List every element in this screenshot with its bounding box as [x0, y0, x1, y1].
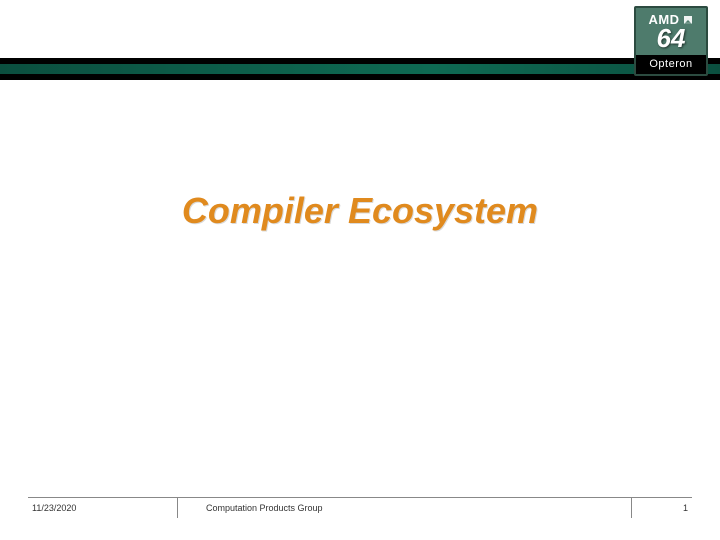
slide-footer: 11/23/2020 Computation Products Group 1	[28, 497, 692, 518]
logo-product-label: Opteron	[636, 55, 706, 74]
footer-date: 11/23/2020	[28, 498, 178, 518]
slide-title: Compiler Ecosystem	[0, 190, 720, 232]
header-bar	[0, 58, 720, 80]
footer-page-number: 1	[632, 498, 692, 518]
footer-group: Computation Products Group	[178, 498, 632, 518]
slide: AMD 64 Opteron Compiler Ecosystem 11/23/…	[0, 0, 720, 540]
logo-number: 64	[636, 25, 706, 51]
amd-opteron-logo: AMD 64 Opteron	[634, 6, 708, 76]
amd-arrow-icon	[682, 14, 694, 26]
slide-header: AMD 64 Opteron	[0, 0, 720, 84]
